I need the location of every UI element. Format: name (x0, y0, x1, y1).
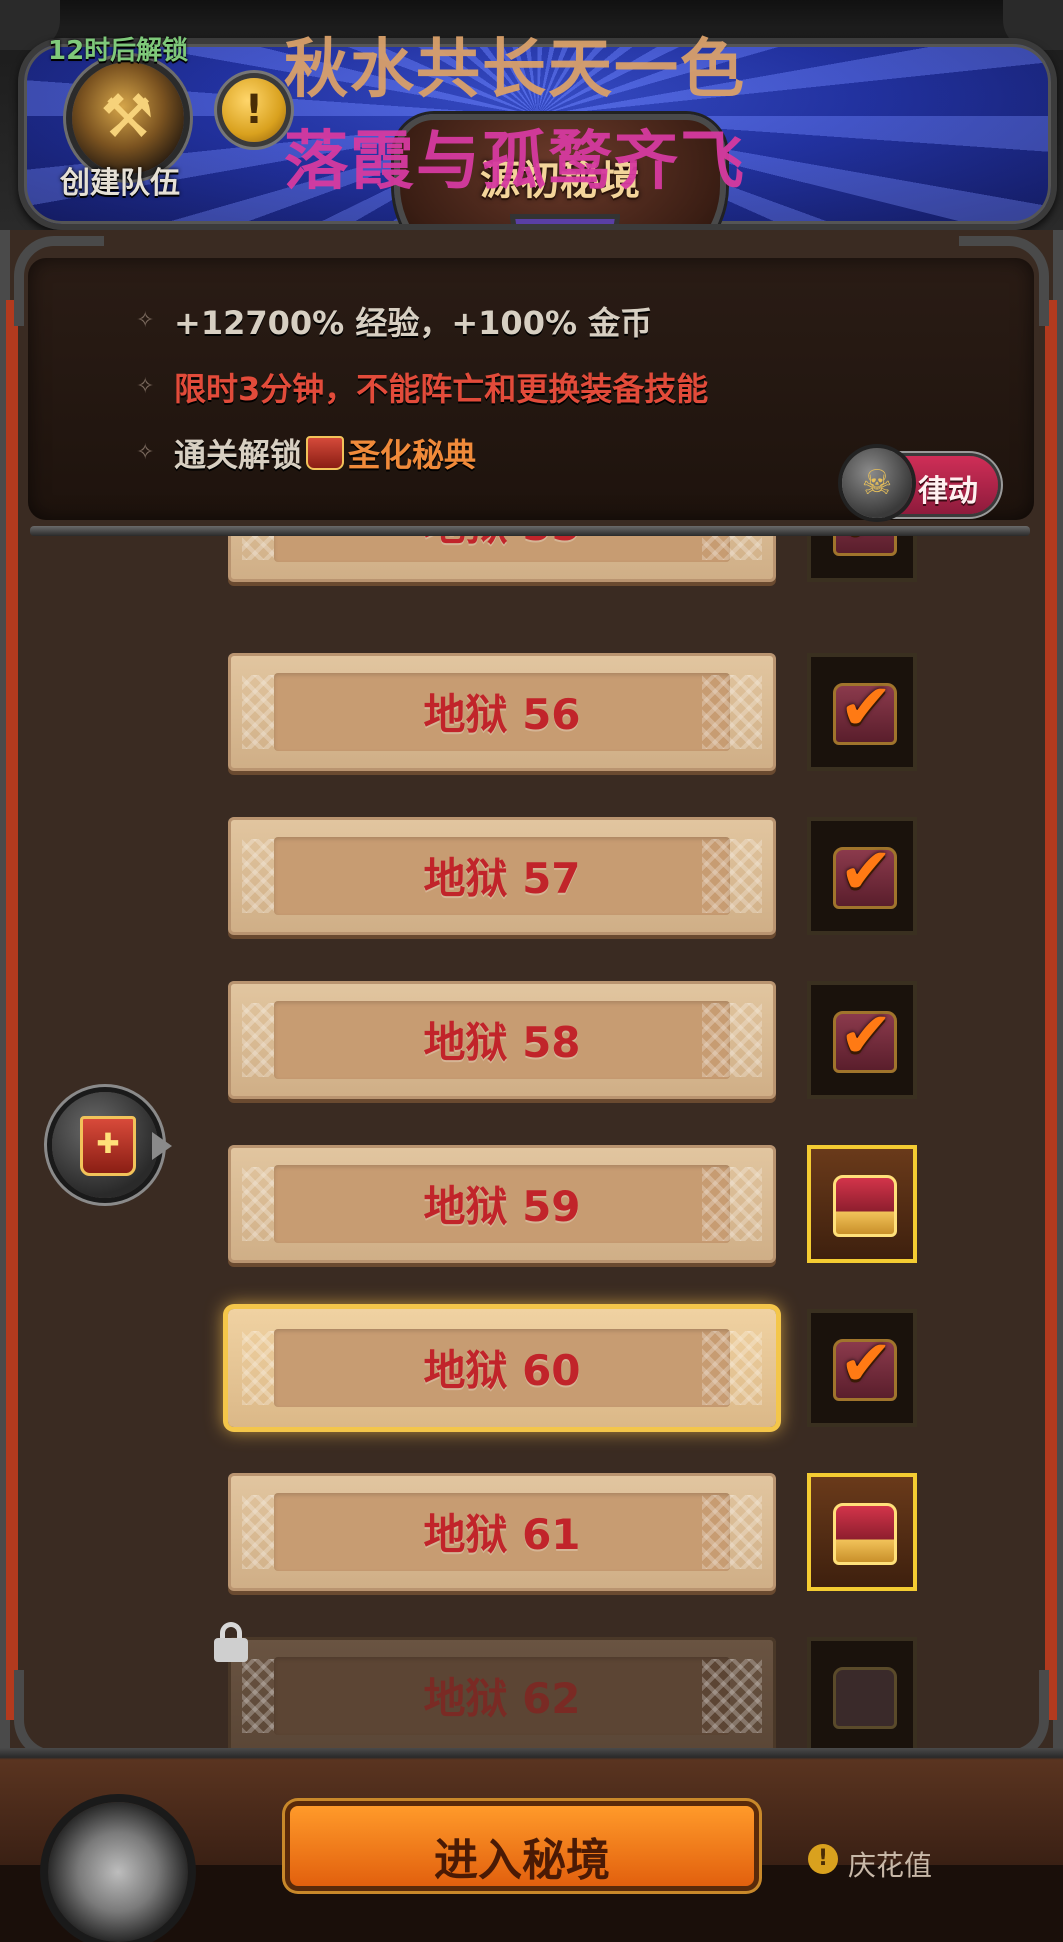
reward-chest-58[interactable]: ✔ (807, 981, 917, 1099)
divider (30, 526, 1030, 536)
unlock-reward-item: 圣化秘典 (348, 436, 477, 474)
rhythm-label: 律动 (918, 474, 978, 509)
reward-chest-57[interactable]: ✔ (807, 817, 917, 935)
level-card-55[interactable]: 地狱 55 (228, 536, 776, 582)
unlock-reward-text: 通关解锁 圣化秘典 (174, 430, 476, 476)
level-label: 地狱 56 (423, 690, 581, 739)
reward-chest-56[interactable]: ✔ (807, 653, 917, 771)
side-strip-right (1045, 300, 1057, 1720)
unlock-reward-prefix: 通关解锁 (174, 436, 303, 474)
unlock-timer: 12时后解锁 (48, 36, 189, 66)
checkmark-icon: ✔ (839, 1327, 893, 1401)
emblem-ring (510, 214, 620, 224)
side-strip-left (6, 300, 18, 1720)
reward-chest-60[interactable]: ✔ (807, 1309, 917, 1427)
chest-icon (833, 1175, 897, 1237)
bullet-icon: ✧ (136, 308, 155, 333)
checkmark-icon: ✔ (839, 835, 893, 909)
level-card-60[interactable]: 地狱 60 (228, 1309, 776, 1427)
level-card-59[interactable]: 地狱 59 (228, 1145, 776, 1263)
book-icon (306, 436, 345, 470)
level-list[interactable]: 地狱 55 ✔ 地狱 56 ✔ 地狱 57 ✔ 地狱 58 ✔ 地狱 59 地狱… (30, 536, 1030, 1748)
enter-dungeon-label: 进入秘境 (434, 1835, 610, 1886)
info-icon[interactable]: ! (808, 1844, 838, 1874)
level-label: 地狱 60 (423, 1346, 581, 1395)
skull-icon: ☠ (842, 448, 912, 518)
header-banner: 源初秘境 ⚒ 12时后解锁 创建队伍 ! 秋水共长天一色 落霞与孤鹜齐飞 (0, 0, 1063, 230)
level-label: 地狱 59 (423, 1182, 581, 1231)
reward-bonus-text: +12700% 经验，+100% 金币 (174, 304, 653, 342)
level-card-62[interactable]: 地狱 62 (228, 1637, 776, 1748)
info-icon[interactable]: ! (222, 78, 286, 142)
checkmark-icon: ✔ (829, 536, 903, 556)
overlay-text-line1: 秋水共长天一色 (284, 33, 746, 107)
time-limit-text: 限时3分钟，不能阵亡和更换装备技能 (174, 370, 709, 408)
enter-dungeon-button[interactable]: 进入秘境 (290, 1806, 754, 1886)
lock-body (214, 1638, 248, 1662)
create-team-label: 创建队伍 (60, 166, 180, 201)
reward-chest-59[interactable] (807, 1145, 917, 1263)
level-label: 地狱 61 (423, 1510, 581, 1559)
lock-icon (214, 1622, 248, 1662)
overlay-text-line2: 落霞与孤鹜齐飞 (284, 125, 746, 199)
level-label: 地狱 55 (228, 536, 776, 553)
level-label: 地狱 62 (423, 1674, 581, 1723)
checkmark-icon: ✔ (839, 671, 893, 745)
level-card-56[interactable]: 地狱 56 (228, 653, 776, 771)
current-level-marker: ✚ (52, 1092, 158, 1198)
gear-icon[interactable] (48, 1802, 188, 1942)
reward-chest-61[interactable] (807, 1473, 917, 1591)
reward-chest-62[interactable] (807, 1637, 917, 1748)
checkmark-icon: ✔ (839, 999, 893, 1073)
bullet-icon: ✧ (136, 374, 155, 399)
level-label: 地狱 57 (423, 854, 581, 903)
chest-icon (833, 1667, 897, 1729)
level-card-57[interactable]: 地狱 57 (228, 817, 776, 935)
level-card-61[interactable]: 地狱 61 (228, 1473, 776, 1591)
level-label: 地狱 58 (423, 1018, 581, 1067)
bullet-icon: ✧ (136, 440, 155, 465)
marker-arrow (152, 1132, 172, 1160)
book-icon: ✚ (80, 1116, 136, 1176)
rhythm-button[interactable]: ☠ 律动 (842, 448, 998, 518)
reward-chest-55[interactable]: ✔ (807, 536, 917, 582)
level-card-58[interactable]: 地狱 58 (228, 981, 776, 1099)
chest-icon (833, 1503, 897, 1565)
restore-hint-label: 庆花值 (848, 1849, 933, 1882)
axe-icon: ⚒ (100, 82, 154, 152)
